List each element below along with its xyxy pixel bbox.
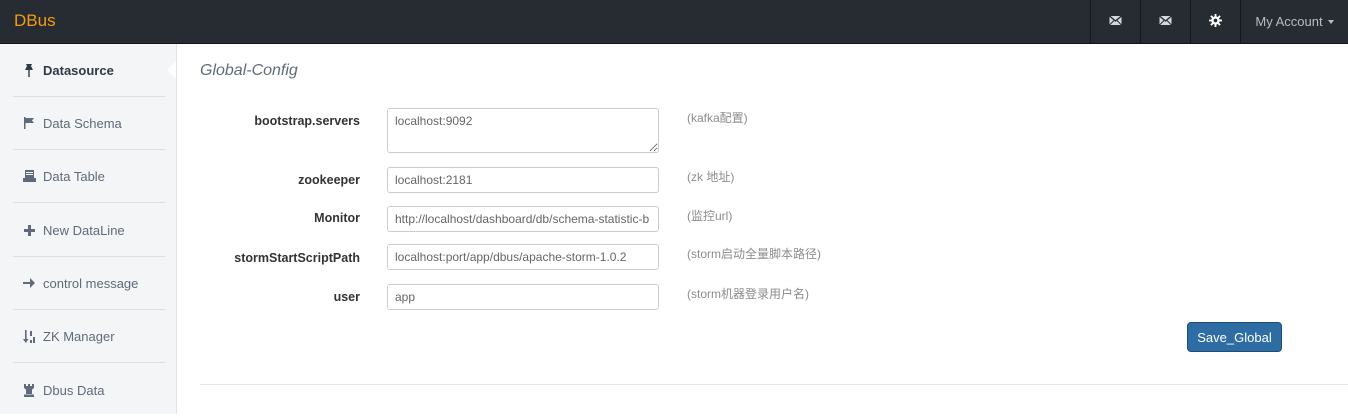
sidebar-item-control-message[interactable]: control message — [13, 257, 165, 310]
active-indicator-arrow — [167, 61, 176, 79]
hint-bootstrap-servers: (kafka配置) — [687, 111, 748, 125]
hint-user: (storm机器登录用户名) — [687, 287, 809, 301]
sidebar-item-label: Data Table — [43, 168, 105, 184]
storm-start-script-path-field[interactable]: localhost:port/app/dbus/apache-storm-1.0… — [387, 244, 659, 270]
gear-icon — [1209, 13, 1222, 30]
my-account-label: My Account — [1255, 14, 1323, 29]
flag-icon — [21, 115, 37, 131]
sidebar-item-label: Dbus Data — [43, 382, 105, 398]
label-storm-start-script-path: stormStartScriptPath — [234, 251, 360, 265]
sidebar-item-label: control message — [43, 275, 139, 291]
pushpin-icon — [21, 62, 37, 78]
caret-down-icon — [1327, 19, 1334, 24]
sidebar-item-new-dataline[interactable]: New DataLine — [13, 204, 165, 257]
sidebar-item-zk-manager[interactable]: ZK Manager — [13, 310, 165, 363]
my-account-menu[interactable]: My Account — [1240, 0, 1348, 43]
sidebar-item-label: Data Schema — [43, 115, 122, 131]
mail-button-1[interactable] — [1090, 0, 1140, 43]
hint-monitor: (监控url) — [687, 209, 733, 223]
envelope-icon — [1109, 14, 1122, 29]
user-field[interactable]: app — [387, 284, 659, 310]
hint-storm-start-script-path: (storm启动全量脚本路径) — [687, 247, 821, 261]
mail-button-2[interactable] — [1140, 0, 1190, 43]
sidebar-item-label: New DataLine — [43, 222, 125, 238]
sidebar-item-datasource[interactable]: Datasource — [13, 44, 165, 97]
top-navbar: DBus My Account — [0, 0, 1348, 44]
page-title: Global-Config — [200, 62, 298, 79]
label-bootstrap-servers: bootstrap.servers — [254, 114, 360, 128]
brand-logo[interactable]: DBus — [14, 11, 56, 31]
sidebar-item-dbus-data[interactable]: Dbus Data — [13, 364, 165, 416]
label-user: user — [333, 290, 360, 304]
sort-order-icon — [21, 328, 37, 344]
label-monitor: Monitor — [314, 211, 360, 225]
envelope-icon — [1159, 14, 1172, 29]
sidebar-item-data-table[interactable]: Data Table — [13, 150, 165, 203]
tower-icon — [21, 382, 37, 398]
sidebar-item-label: Datasource — [43, 62, 114, 78]
tray-icon — [21, 168, 37, 184]
plus-icon — [21, 222, 37, 238]
navbar-right: My Account — [1090, 0, 1348, 43]
settings-button[interactable] — [1190, 0, 1240, 43]
sidebar-item-data-schema[interactable]: Data Schema — [13, 97, 165, 150]
monitor-field[interactable]: http://localhost/dashboard/db/schema-sta… — [387, 206, 659, 232]
hint-zookeeper: (zk 地址) — [687, 170, 735, 184]
label-zookeeper: zookeeper — [298, 173, 360, 187]
save-global-button[interactable]: Save_Global — [1187, 322, 1282, 352]
arrow-right-icon — [21, 275, 37, 291]
bootstrap-servers-field[interactable] — [387, 108, 659, 153]
zookeeper-field[interactable]: localhost:2181 — [387, 167, 659, 193]
divider — [200, 384, 1348, 385]
sidebar-item-label: ZK Manager — [43, 328, 115, 344]
sidebar: Datasource Data Schema Data Table New Da… — [0, 44, 177, 414]
